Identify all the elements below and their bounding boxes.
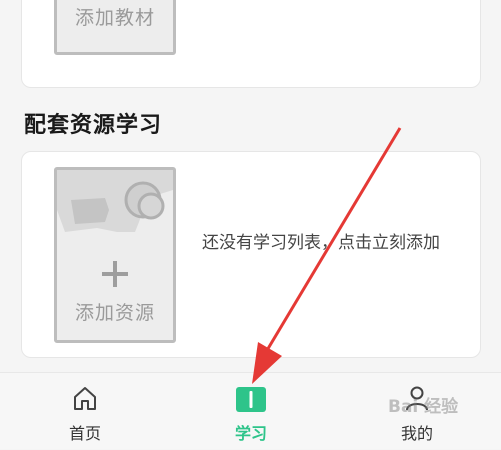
book-icon [236,387,266,412]
tab-mine-label: 我的 [400,424,433,443]
plus-icon [102,261,128,287]
resource-illustration [57,170,173,232]
home-icon [74,387,96,410]
tab-home[interactable]: 首页 [45,373,125,450]
section-title: 配套资源学习 [24,113,163,138]
add-resource-label: 添加资源 [74,302,155,324]
add-textbook-button[interactable]: 添加教材 [54,0,176,55]
resource-card: 添加资源 还没有学习列表，点击立刻添加 [21,151,481,358]
tab-study[interactable]: 学习 [211,373,291,450]
watermark: Bai 经验 [388,397,459,417]
add-textbook-label: 添加教材 [74,7,155,29]
tab-home-label: 首页 [68,424,101,443]
textbook-card: 添加教材 加 [21,0,481,88]
add-resource-button[interactable]: 添加资源 [54,167,176,343]
study-list-empty-text[interactable]: 还没有学习列表，点击立刻添加 [202,230,462,256]
tab-study-label: 学习 [234,424,267,443]
